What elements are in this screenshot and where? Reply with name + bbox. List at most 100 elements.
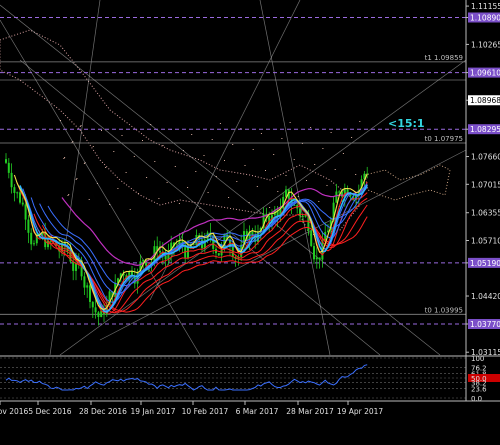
- candle-body: [94, 307, 97, 313]
- cloud-dot: [67, 195, 69, 196]
- cloud-dot: [252, 149, 254, 150]
- cloud-dot: [273, 154, 275, 155]
- price-tag: 1.03770: [470, 320, 500, 329]
- cloud-dot: [88, 199, 90, 200]
- cloud-dot: [355, 174, 357, 175]
- candle-body: [21, 202, 24, 205]
- cloud-dot: [318, 201, 320, 202]
- trend-line-0: [0, 4, 441, 356]
- candle-body: [86, 285, 89, 288]
- cloud-dot: [64, 157, 66, 158]
- cloud-dot: [228, 197, 230, 198]
- cloud-dot: [224, 160, 225, 161]
- cloud-dot: [158, 198, 160, 199]
- time-axis: lov 20165 Dec 2016 28 Dec 2016 19 Jan 2017…: [0, 401, 383, 416]
- cloud-dot: [137, 193, 139, 194]
- cloud-dot: [75, 179, 77, 180]
- candle-body: [164, 255, 167, 260]
- cloud-dot: [306, 180, 307, 181]
- trend-line-7: [259, 0, 331, 356]
- level-label-2: t0 1.03995: [425, 306, 463, 314]
- candle-body: [217, 253, 220, 256]
- cloud-dot: [269, 207, 271, 208]
- cloud-dot: [326, 185, 328, 186]
- candle-body: [7, 162, 10, 173]
- cloud-outline: [0, 29, 361, 236]
- cloud-dot: [166, 182, 168, 183]
- cloud-dot: [310, 127, 312, 128]
- price-label: 1.04420: [471, 292, 500, 301]
- cloud-dot: [174, 166, 176, 167]
- cloud-dot: [289, 122, 291, 123]
- level-labels: 1.10890 1.09610 1.08968 1.08295 1.05190 1.037…: [468, 12, 500, 330]
- time-label: 28 Mar 2017: [286, 407, 334, 416]
- cloud-dot: [79, 126, 81, 127]
- candle-body: [142, 259, 145, 262]
- cloud-dot: [203, 155, 205, 156]
- cloud-dot: [101, 130, 102, 131]
- price-label: 1.07015: [471, 180, 500, 189]
- time-label: 10 Feb 2017: [182, 407, 229, 416]
- level-label-1: t0 1.07975: [425, 135, 463, 143]
- cloud-dot: [142, 140, 143, 141]
- candle-body: [10, 172, 13, 188]
- cloud-dot: [195, 171, 197, 172]
- candle-body: [313, 246, 315, 260]
- trend-line-3: [99, 149, 467, 341]
- cloud-dot: [293, 159, 295, 160]
- candle-body: [335, 191, 338, 203]
- cloud-dot: [359, 121, 361, 122]
- cloud-dot: [342, 153, 344, 154]
- candle-body: [27, 219, 30, 233]
- cloud-dot: [113, 151, 115, 152]
- cloud-dot: [133, 156, 135, 157]
- cloud-dot: [154, 161, 156, 162]
- cloud-dot: [256, 186, 258, 187]
- candle-body: [299, 208, 301, 216]
- price-tag: 1.10890: [470, 13, 500, 22]
- candle-body: [97, 312, 100, 318]
- candle-body: [338, 191, 341, 193]
- trend-line-6: [19, 59, 381, 356]
- cloud-dot: [129, 209, 131, 210]
- cloud-dot: [207, 192, 209, 193]
- candle-body: [30, 232, 33, 245]
- candles: [5, 153, 369, 326]
- ratio-label: <15:1: [388, 117, 425, 130]
- price-label: 1.06355: [471, 209, 500, 218]
- time-label: 5 Dec 2016: [28, 407, 71, 416]
- candle-body: [5, 159, 7, 163]
- candle-body: [318, 257, 321, 260]
- indicator-label: 0.0: [471, 395, 482, 403]
- horizontal-levels: t1 1.09859 t0 1.07975 t0 1.03995: [0, 16, 466, 325]
- time-label: 19 Apr 2017: [337, 407, 384, 416]
- candle-body: [159, 250, 161, 253]
- cloud-dot: [322, 148, 324, 149]
- candle-body: [16, 192, 19, 194]
- cloud-dot: [277, 191, 279, 192]
- cloud-dot: [285, 175, 287, 176]
- candle-body: [301, 215, 304, 217]
- indicator-line: [5, 364, 368, 391]
- cloud-dot: [314, 164, 316, 165]
- cloud-dot: [125, 172, 127, 173]
- cloud-dot: [117, 188, 119, 189]
- time-label: 28 Dec 2016: [79, 407, 127, 416]
- trend-lines: [0, 0, 467, 356]
- cloud-dot: [146, 177, 148, 178]
- cloud-dot: [244, 165, 246, 166]
- cloud-dot: [63, 158, 65, 159]
- chart-window[interactable]: t1 1.09859 t0 1.07975 t0 1.03995 1.11155 1.…: [0, 0, 500, 441]
- indicator-label: 23.6: [471, 386, 487, 394]
- cloud-dot: [219, 123, 221, 124]
- candle-body: [91, 301, 94, 308]
- candle-body: [72, 261, 75, 271]
- price-label: 1.07660: [471, 153, 500, 162]
- cloud-dot: [68, 194, 70, 195]
- cloud-dot: [187, 187, 189, 188]
- candle-body: [33, 243, 35, 245]
- cloud-dot: [76, 178, 78, 179]
- price-label: 1.10265: [471, 40, 500, 49]
- price-chart[interactable]: t1 1.09859t0 1.07975t0 1.03995 1.111551.…: [0, 0, 500, 441]
- cloud-dot: [211, 139, 213, 140]
